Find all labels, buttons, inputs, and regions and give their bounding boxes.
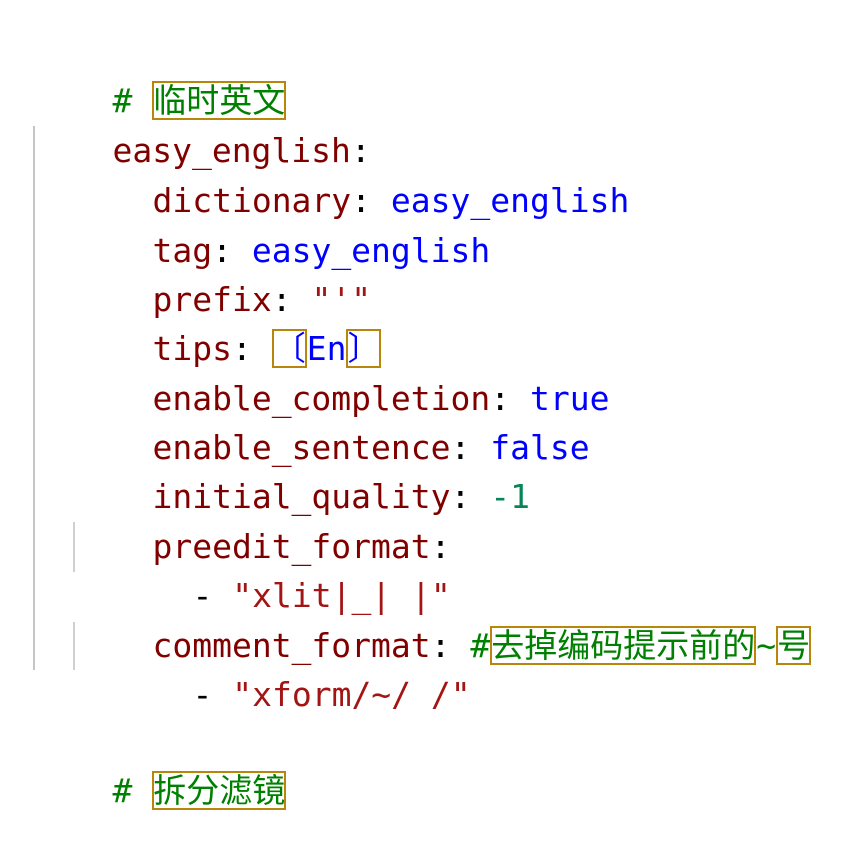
code-line[interactable]: tag: easy_english	[73, 176, 846, 270]
list-dash: -	[192, 675, 233, 714]
code-line[interactable]: enable_sentence: false	[73, 373, 846, 467]
yaml-value: "xform/~/ /"	[232, 675, 471, 714]
code-line[interactable]: comment_format: #去掉编码提示前的~号	[73, 571, 846, 665]
code-line[interactable]: prefix: "'"	[73, 225, 846, 319]
code-line[interactable]: enable_completion: true	[73, 324, 846, 418]
code-line[interactable]: tips: 〔En〕	[73, 274, 846, 368]
code-line[interactable]: dictionary: easy_english	[73, 126, 846, 220]
code-line[interactable]: # 临时英文	[33, 26, 846, 120]
code-line[interactable]: initial_quality: -1	[73, 422, 846, 516]
code-line[interactable]: easy_english:	[33, 76, 846, 170]
code-editor[interactable]: # 临时英文 easy_english: dictionary: easy_en…	[0, 0, 846, 810]
code-line[interactable]: preedit_format:	[73, 472, 846, 566]
code-line[interactable]: # 拆分滤镜	[33, 716, 846, 810]
code-line[interactable]: - "xform/~/ /"	[113, 620, 846, 714]
comment-text: 拆分滤镜	[152, 771, 287, 810]
comment-hash: #	[112, 771, 153, 810]
code-line[interactable]: - "xlit|_| |"	[113, 521, 846, 615]
